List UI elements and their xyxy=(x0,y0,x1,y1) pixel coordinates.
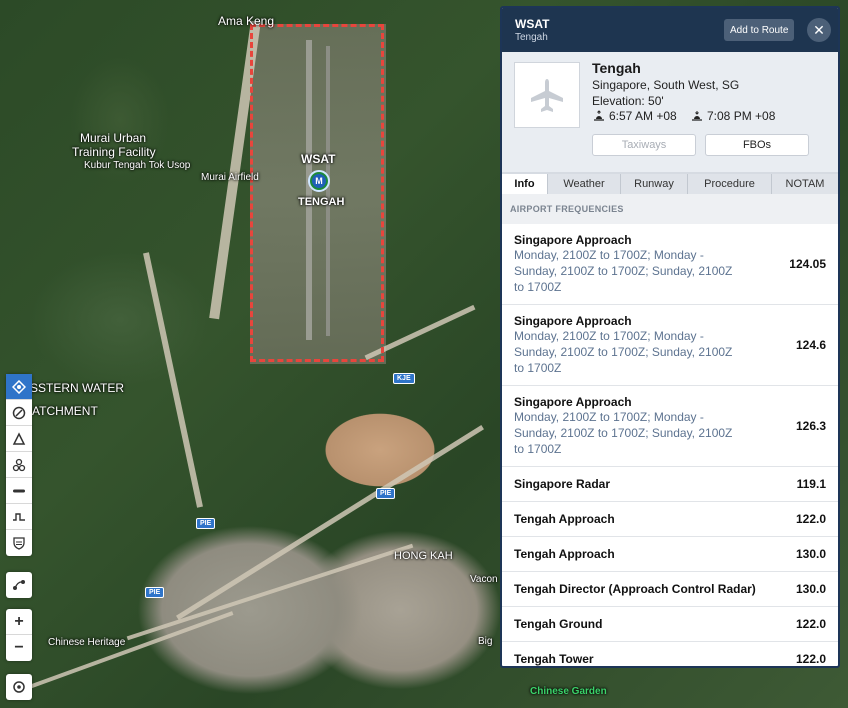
zoom-in-button[interactable]: + xyxy=(6,609,32,635)
panel-airport-name: Tengah xyxy=(515,32,548,43)
triangle-icon[interactable] xyxy=(6,426,32,452)
frequency-value: 124.6 xyxy=(795,338,826,352)
frequency-value: 126.3 xyxy=(795,419,826,433)
airport-title: Tengah xyxy=(592,60,641,76)
airport-marker-symbol: M xyxy=(312,174,326,188)
highway-shield: PIE xyxy=(196,518,216,529)
frequency-name: Tengah Tower xyxy=(514,652,594,666)
frequency-name: Singapore Approach xyxy=(514,395,632,409)
target-icon[interactable] xyxy=(6,674,32,700)
shield-icon[interactable] xyxy=(6,530,32,556)
frequency-value: 130.0 xyxy=(795,582,826,596)
map-label: Vacon xyxy=(470,574,498,585)
close-icon[interactable]: ✕ xyxy=(807,18,831,42)
map-label: Ama Keng xyxy=(218,14,275,28)
road xyxy=(143,252,203,508)
zoom-out-button[interactable]: − xyxy=(6,635,32,661)
panel-airport-code: WSAT xyxy=(515,17,550,31)
frequency-name: Tengah Approach xyxy=(514,547,615,561)
frequency-row[interactable]: Tengah Approach 122.0 xyxy=(502,502,838,537)
frequency-name: Tengah Ground xyxy=(514,617,603,631)
frequency-hours: Monday, 2100Z to 1700Z; Monday - Sunday,… xyxy=(514,410,733,456)
route-tool xyxy=(6,572,32,598)
frequency-row[interactable]: Tengah Ground 122.0 xyxy=(502,607,838,642)
panel-header: WSAT Tengah Add to Route ✕ xyxy=(502,8,838,52)
compass-icon[interactable] xyxy=(6,400,32,426)
frequency-list: Singapore Approach Monday, 2100Z to 1700… xyxy=(502,224,838,666)
sunset-time: 7:08 PM +08 xyxy=(707,109,776,123)
frequency-row[interactable]: Singapore Radar 119.1 xyxy=(502,467,838,502)
map-label: Murai Airfield xyxy=(201,172,259,183)
map-label: HONG KAH xyxy=(394,550,453,562)
panel-tabs: Info Weather Runway Procedure NOTAM xyxy=(502,172,838,194)
tab-runway[interactable]: Runway xyxy=(621,174,688,194)
tab-notam[interactable]: NOTAM xyxy=(772,174,838,194)
frequency-hours: Monday, 2100Z to 1700Z; Monday - Sunday,… xyxy=(514,329,733,375)
road xyxy=(6,611,234,697)
map-label: Kubur Tengah Tok Usop xyxy=(84,160,191,171)
frequency-value: 124.05 xyxy=(789,257,826,271)
airport-location: Singapore, South West, SG xyxy=(592,78,740,92)
frequency-row[interactable]: Tengah Tower 122.0 xyxy=(502,642,838,666)
frequency-row[interactable]: Singapore Approach Monday, 2100Z to 1700… xyxy=(502,305,838,386)
airport-code-label: WSAT xyxy=(301,152,336,166)
airport-marker[interactable]: M xyxy=(308,170,330,192)
sunrise-time: 6:57 AM +08 xyxy=(609,109,677,123)
road xyxy=(176,424,484,621)
airplane-icon xyxy=(514,62,580,128)
highway-shield: KJE xyxy=(393,373,415,384)
frequency-hours: Monday, 2100Z to 1700Z; Monday - Sunday,… xyxy=(514,248,733,294)
highway-shield: PIE xyxy=(145,587,165,598)
map-tools-top xyxy=(6,374,32,556)
step-icon[interactable] xyxy=(6,504,32,530)
map-label: SSTERN WATER xyxy=(30,381,125,395)
frequency-row[interactable]: Tengah Director (Approach Control Radar)… xyxy=(502,572,838,607)
frequency-row[interactable]: Singapore Approach Monday, 2100Z to 1700… xyxy=(502,386,838,467)
locate-control xyxy=(6,674,32,700)
sunset-icon xyxy=(692,111,702,121)
map-label: Big xyxy=(478,636,493,647)
tab-procedure[interactable]: Procedure xyxy=(688,174,772,194)
airport-name-label: TENGAH xyxy=(298,196,345,208)
frequency-value: 130.0 xyxy=(795,547,826,561)
taxiways-button[interactable]: Taxiways xyxy=(592,134,696,156)
map-label: Murai Urban xyxy=(80,131,147,145)
sunset: 7:08 PM +08 xyxy=(690,109,775,123)
frequency-name: Singapore Approach xyxy=(514,314,632,328)
zoom-controls: + − xyxy=(6,609,32,661)
fbos-button[interactable]: FBOs xyxy=(705,134,809,156)
tab-info[interactable]: Info xyxy=(502,174,548,194)
highway-shield: PIE xyxy=(376,488,396,499)
sunrise: 6:57 AM +08 xyxy=(592,109,677,123)
frequency-name: Singapore Radar xyxy=(514,477,611,491)
frequency-row[interactable]: Tengah Approach 130.0 xyxy=(502,537,838,572)
crosshair-icon[interactable] xyxy=(6,374,32,400)
map-label: Training Facility xyxy=(72,145,156,159)
cluster-icon[interactable] xyxy=(6,452,32,478)
airport-info-panel: WSAT Tengah Add to Route ✕ Tengah Singap… xyxy=(500,6,840,668)
sunrise-icon xyxy=(594,110,604,121)
frequency-value: 119.1 xyxy=(796,477,826,491)
frequency-name: Tengah Approach xyxy=(514,512,615,526)
line-icon[interactable] xyxy=(6,478,32,504)
frequency-value: 122.0 xyxy=(795,652,826,666)
add-to-route-button[interactable]: Add to Route xyxy=(724,19,795,41)
map-label: Chinese Heritage xyxy=(48,637,126,648)
frequency-value: 122.0 xyxy=(795,617,826,631)
frequency-value: 122.0 xyxy=(795,512,826,526)
map-label: ATCHMENT xyxy=(32,404,98,418)
route-icon[interactable] xyxy=(6,572,32,598)
tab-weather[interactable]: Weather xyxy=(548,174,621,194)
frequency-name: Singapore Approach xyxy=(514,233,632,247)
map-label: Chinese Garden xyxy=(530,686,607,697)
airport-boundary-highlight xyxy=(250,24,384,362)
section-title: AIRPORT FREQUENCIES xyxy=(502,194,838,224)
airport-elevation: Elevation: 50' xyxy=(592,94,664,108)
frequency-row[interactable]: Singapore Approach Monday, 2100Z to 1700… xyxy=(502,224,838,305)
airport-summary-card: Tengah Singapore, South West, SG Elevati… xyxy=(502,52,838,172)
frequency-name: Tengah Director (Approach Control Radar) xyxy=(514,582,756,596)
